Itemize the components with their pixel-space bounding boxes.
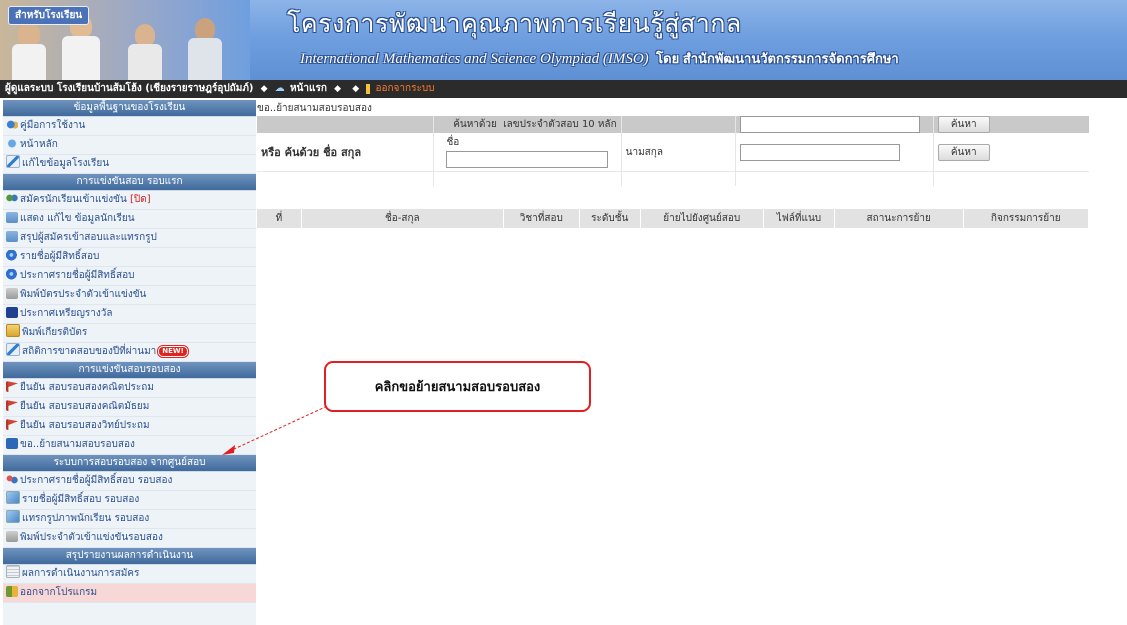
menu-print-card[interactable]: พิมพ์บัตรประจำตัวเข้าแข่งขัน xyxy=(3,286,256,305)
column-header: ระดับชั้น xyxy=(579,209,641,228)
imso-title: International Mathematics and Science Ol… xyxy=(300,51,649,67)
card-icon xyxy=(6,231,18,242)
home-link[interactable]: หน้าแรก xyxy=(290,80,327,98)
menu-exit-program[interactable]: ออกจากโปรแกรม xyxy=(3,584,256,603)
logged-in-user: ผู้ดูแลระบบ โรงเรียนบ้านส้มโฮ้ง (เชียงรา… xyxy=(5,83,254,94)
organizer-name: โดย สำนักพัฒนานวัตกรรมการจัดการศึกษา xyxy=(656,51,899,66)
globe-icon xyxy=(6,250,18,261)
certificate-icon xyxy=(6,324,20,337)
menu-print-card-round-two[interactable]: พิมพ์ประจำตัวเข้าแข่งขันรอบสอง xyxy=(3,529,256,548)
menu-request-move-venue[interactable]: ขอ..ย้ายสนามสอบรอบสอง xyxy=(3,436,256,455)
flag-icon xyxy=(6,419,18,430)
user-bar: ผู้ดูแลระบบ โรงเรียนบ้านส้มโฮ้ง (เชียงรา… xyxy=(0,80,1127,98)
search-form: ค้นหาด้วย เลขประจำตัวสอบ 10 หลัก ค้นหา ห… xyxy=(257,116,1089,186)
arrow-right-icon: ◆ xyxy=(260,84,268,94)
search-by-label: ค้นหาด้วย เลขประจำตัวสอบ 10 หลัก xyxy=(442,116,622,133)
menu-confirm-science-primary[interactable]: ยืนยัน สอบรอบสองวิทย์ประถม xyxy=(3,417,256,436)
home-icon: ☁ xyxy=(274,83,285,94)
column-header: ชื่อ-สกุล xyxy=(301,209,504,228)
header-banner: สำหรับโรงเรียน โครงการพัฒนาคุณภาพการเรีย… xyxy=(0,0,1127,80)
project-title-thai: โครงการพัฒนาคุณภาพการเรียนรู้สู่สากล xyxy=(287,11,742,38)
menu-manual[interactable]: คู่มือการใช้งาน xyxy=(3,117,256,136)
section-round-two-center: ระบบการสอบรอบสอง จากศูนย์สอบ xyxy=(3,455,256,472)
menu-register-students[interactable]: สมัครนักเรียนเข้าแข่งขัน [ปิด] xyxy=(3,191,256,210)
column-header: ที่ xyxy=(257,209,302,228)
flag-icon xyxy=(6,400,18,411)
section-report: สรุปรายงานผลการดำเนินงาน xyxy=(3,548,256,565)
exit-icon xyxy=(366,84,371,94)
flag-icon xyxy=(6,381,18,392)
globe-icon xyxy=(6,269,18,280)
for-school-label: สำหรับโรงเรียน xyxy=(8,6,90,25)
logout-link[interactable]: ออกจากระบบ xyxy=(375,80,434,98)
column-header: ย้ายไปยังศูนย์สอบ xyxy=(640,209,764,228)
card-icon xyxy=(6,212,18,223)
first-name-label: ชื่อ xyxy=(446,137,460,148)
image-icon xyxy=(6,510,20,523)
instruction-callout: คลิกขอย้ายสนามสอบรอบสอง xyxy=(324,361,591,412)
exit-icon xyxy=(6,586,18,597)
main-content: ขอ..ย้ายสนามสอบรอบสอง ค้นหาด้วย เลขประจำ… xyxy=(257,100,1124,400)
column-header: วิชาที่สอบ xyxy=(503,209,580,228)
new-badge: NEW! xyxy=(158,346,188,357)
menu-absence-stats[interactable]: สถิติการขาดสอบของปีที่ผ่านมา NEW! xyxy=(3,343,256,362)
sidebar-menu: ข้อมูลพื้นฐานของโรงเรียน คู่มือการใช้งาน… xyxy=(3,100,256,625)
manual-icon xyxy=(6,119,18,130)
menu-announce-eligible[interactable]: ประกาศรายชื่อผู้มีสิทธิ์สอบ xyxy=(3,267,256,286)
home-icon xyxy=(6,138,18,149)
edit-icon xyxy=(6,155,20,168)
print-icon xyxy=(6,288,18,299)
menu-edit-students[interactable]: แสดง แก้ไข ข้อมูลนักเรียน xyxy=(3,210,256,229)
last-name-input[interactable] xyxy=(739,143,900,161)
page-title: ขอ..ย้ายสนามสอบรอบสอง xyxy=(257,103,372,114)
exam-id-label: เลขประจำตัวสอบ 10 หลัก xyxy=(503,119,617,130)
column-header: สถานะการย้าย xyxy=(834,209,964,228)
award-icon xyxy=(6,307,18,318)
document-icon xyxy=(6,565,20,578)
exam-id-input[interactable] xyxy=(739,116,920,133)
print-icon xyxy=(6,531,18,542)
first-name-input[interactable] xyxy=(446,151,609,168)
group-icon xyxy=(6,474,18,485)
menu-medal-results[interactable]: ประกาศเหรียญรางวัล xyxy=(3,305,256,324)
menu-home[interactable]: หน้าหลัก xyxy=(3,136,256,155)
students-icon xyxy=(6,193,18,204)
search-button[interactable]: ค้นหา xyxy=(937,116,990,133)
arrow-right-icon: ◆ xyxy=(334,84,341,94)
table-header-row: ที่ ชื่อ-สกุล วิชาที่สอบ ระดับชั้น ย้ายไ… xyxy=(257,209,1089,228)
menu-eligible-list[interactable]: รายชื่อผู้มีสิทธิ์สอบ xyxy=(3,248,256,267)
project-title-english: International Mathematics and Science Ol… xyxy=(300,48,899,69)
menu-announce-eligible-round-two[interactable]: ประกาศรายชื่อผู้มีสิทธิ์สอบ รอบสอง xyxy=(3,472,256,491)
menu-confirm-math-primary[interactable]: ยืนยัน สอบรอบสองคณิตประถม xyxy=(3,379,256,398)
column-header: ไฟล์ที่แนบ xyxy=(763,209,835,228)
column-header: กิจกรรมการย้าย xyxy=(963,209,1089,228)
menu-confirm-math-secondary[interactable]: ยืนยัน สอบรอบสองคณิตมัธยม xyxy=(3,398,256,417)
menu-registration-results[interactable]: ผลการดำเนินงานการสมัคร xyxy=(3,565,256,584)
closed-flag: [ปิด] xyxy=(130,194,151,205)
transfer-request-table: ที่ ชื่อ-สกุล วิชาที่สอบ ระดับชั้น ย้ายไ… xyxy=(257,209,1089,228)
menu-edit-school[interactable]: แก้ไขข้อมูลโรงเรียน xyxy=(3,155,256,174)
menu-insert-photo-round-two[interactable]: แทรกรูปภาพนักเรียน รอบสอง xyxy=(3,510,256,529)
section-school-info: ข้อมูลพื้นฐานของโรงเรียน xyxy=(3,100,256,117)
or-search-by-name-label: หรือ ค้นด้วย ชื่อ สกุล xyxy=(261,146,362,159)
edit-icon xyxy=(6,343,20,356)
section-round-one: การแข่งขันสอบ รอบแรก xyxy=(3,174,256,191)
image-icon xyxy=(6,491,20,504)
section-round-two: การแข่งขันสอบรอบสอง xyxy=(3,362,256,379)
menu-summary-applicants[interactable]: สรุปผู้สมัครเข้าสอบและแทรกรูป xyxy=(3,229,256,248)
menu-print-certificate[interactable]: พิมพ์เกียรติบัตร xyxy=(3,324,256,343)
search-name-button[interactable]: ค้นหา xyxy=(937,143,990,161)
arrow-right-icon: ◆ xyxy=(352,84,360,94)
menu-eligible-round-two[interactable]: รายชื่อผู้มีสิทธิ์สอบ รอบสอง xyxy=(3,491,256,510)
last-name-label: นามสกุล xyxy=(621,133,736,172)
move-icon xyxy=(6,438,18,449)
